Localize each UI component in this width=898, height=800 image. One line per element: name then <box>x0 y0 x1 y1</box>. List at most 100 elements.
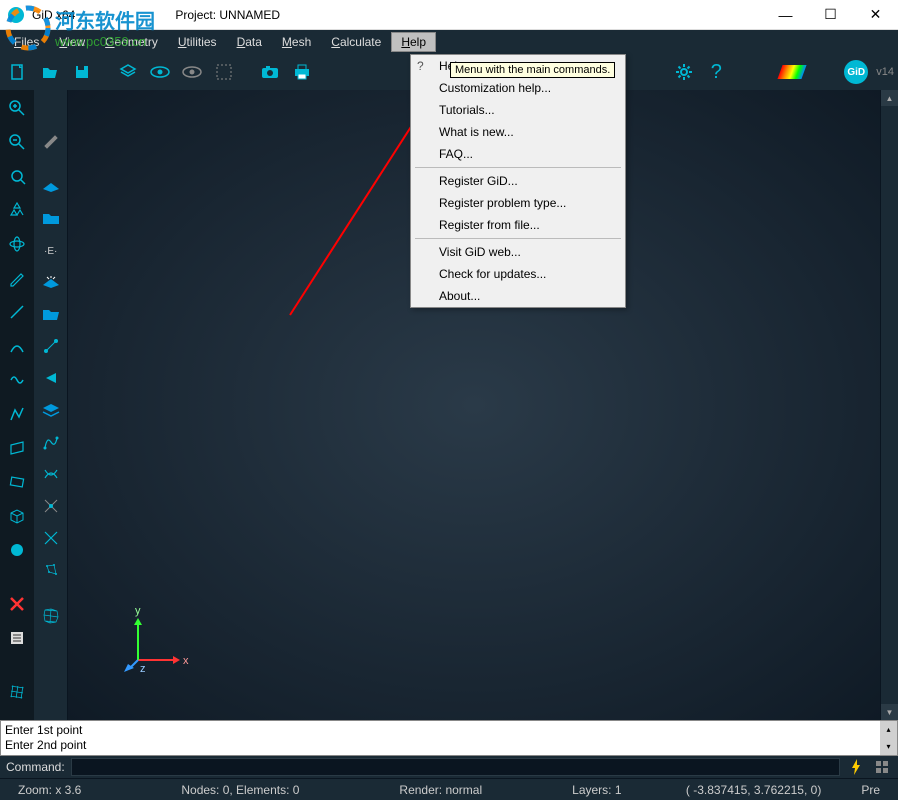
scroll-up-icon[interactable]: ▲ <box>881 90 898 106</box>
edge-label-icon[interactable]: ·E· <box>39 238 63 262</box>
menu-bar: Files View Geometry Utilities Data Mesh … <box>0 30 898 54</box>
menu-item-register-problem-type[interactable]: Register problem type... <box>411 192 625 214</box>
separator <box>5 572 29 582</box>
record-icon[interactable] <box>39 96 63 120</box>
folder-open-icon[interactable] <box>39 302 63 326</box>
dotted-box-icon[interactable] <box>210 58 238 86</box>
scroll-down-icon[interactable]: ▼ <box>881 704 898 720</box>
line-tool-icon[interactable] <box>5 300 29 324</box>
rainbow-arrow-icon[interactable] <box>778 58 806 86</box>
menu-item-register-gid[interactable]: Register GiD... <box>411 170 625 192</box>
log-scrollbar[interactable]: ▴ ▾ <box>880 721 897 755</box>
recycle-icon[interactable] <box>5 198 29 222</box>
menu-separator <box>415 238 621 239</box>
delete-x-icon[interactable] <box>5 592 29 616</box>
save-icon[interactable] <box>68 58 96 86</box>
zoom-in-icon[interactable] <box>5 96 29 120</box>
arrow-left-icon[interactable] <box>39 366 63 390</box>
curve-reverse-icon[interactable] <box>39 462 63 486</box>
svg-text:y: y <box>135 605 141 617</box>
app-icon <box>8 7 24 23</box>
pencil-tool-icon[interactable] <box>5 266 29 290</box>
close-button[interactable]: ✕ <box>853 0 898 30</box>
gid-badge-icon[interactable]: GiD <box>844 60 868 84</box>
scroll-up-icon[interactable]: ▴ <box>880 721 897 738</box>
zoom-fit-icon[interactable] <box>5 164 29 188</box>
status-zoom: Zoom: x 3.6 <box>18 783 81 797</box>
layer-shine-icon[interactable] <box>39 270 63 294</box>
new-file-icon[interactable] <box>4 58 32 86</box>
menu-item-faq[interactable]: FAQ... <box>411 143 625 165</box>
mesh-icon[interactable] <box>5 680 29 704</box>
left-toolbar-secondary: ·E· <box>34 90 68 720</box>
layer-folder-icon[interactable] <box>39 206 63 230</box>
mesh-irregular-icon[interactable] <box>39 604 63 628</box>
print-icon[interactable] <box>288 58 316 86</box>
box-tool-icon[interactable] <box>5 504 29 528</box>
sphere-tool-icon[interactable] <box>5 538 29 562</box>
menu-calculate[interactable]: Calculate <box>321 32 391 52</box>
help-question-icon[interactable]: ? <box>702 58 730 86</box>
list-icon[interactable] <box>5 626 29 650</box>
log-line: Enter 2nd point <box>5 738 893 753</box>
menu-help[interactable]: Help <box>391 32 436 52</box>
arc-tool-icon[interactable] <box>5 334 29 358</box>
snap-point-icon[interactable] <box>39 494 63 518</box>
menu-geometry[interactable]: Geometry <box>95 32 168 52</box>
menu-data[interactable]: Data <box>227 32 272 52</box>
minimize-button[interactable]: — <box>763 0 808 30</box>
camera-icon[interactable] <box>256 58 284 86</box>
edit-pencil-icon[interactable] <box>39 128 63 152</box>
layers-multi-icon[interactable] <box>39 398 63 422</box>
intersect-icon[interactable] <box>39 526 63 550</box>
left-toolbar-primary <box>0 90 34 720</box>
menu-utilities[interactable]: Utilities <box>168 32 227 52</box>
nurbs-tool-icon[interactable] <box>5 368 29 392</box>
menu-view[interactable]: View <box>49 32 95 52</box>
help-dropdown-menu: ?Help... Customization help... Tutorials… <box>410 54 626 308</box>
menu-item-tutorials[interactable]: Tutorials... <box>411 99 625 121</box>
vertex-connect-icon[interactable] <box>39 334 63 358</box>
layers-icon[interactable] <box>114 58 142 86</box>
tooltip: Menu with the main commands. <box>450 62 615 78</box>
scroll-track[interactable] <box>881 106 898 704</box>
status-layers: Layers: 1 <box>572 783 621 797</box>
status-render: Render: normal <box>399 783 482 797</box>
title-bar: GiD x64 Project: UNNAMED — ☐ ✕ <box>0 0 898 30</box>
status-mode: Pre <box>861 783 880 797</box>
viewport-scrollbar[interactable]: ▲ ▼ <box>880 90 898 720</box>
menu-item-check-updates[interactable]: Check for updates... <box>411 263 625 285</box>
menu-separator <box>415 167 621 168</box>
separator <box>5 660 29 670</box>
eye-show-icon[interactable] <box>146 58 174 86</box>
menu-item-register-from-file[interactable]: Register from file... <box>411 214 625 236</box>
svg-text:·E·: ·E· <box>44 246 57 257</box>
menu-mesh[interactable]: Mesh <box>272 32 321 52</box>
surface-tool-icon[interactable] <box>5 436 29 460</box>
command-input[interactable] <box>71 758 840 776</box>
app-title: GiD x64 <box>32 8 75 22</box>
maximize-button[interactable]: ☐ <box>808 0 853 30</box>
open-folder-icon[interactable] <box>36 58 64 86</box>
menu-item-customization-help[interactable]: Customization help... <box>411 77 625 99</box>
polyline-tool-icon[interactable] <box>5 402 29 426</box>
menu-files[interactable]: Files <box>4 32 49 52</box>
scroll-down-icon[interactable]: ▾ <box>880 738 897 755</box>
log-line: Enter 1st point <box>5 723 893 738</box>
eye-hide-icon[interactable] <box>178 58 206 86</box>
scatter-icon[interactable] <box>39 558 63 582</box>
curve-edit-icon[interactable] <box>39 430 63 454</box>
rectangle-tool-icon[interactable] <box>5 470 29 494</box>
menu-item-what-is-new[interactable]: What is new... <box>411 121 625 143</box>
project-label: Project: UNNAMED <box>175 8 280 22</box>
rotate-3d-icon[interactable] <box>5 232 29 256</box>
separator <box>39 160 63 166</box>
grid-icon[interactable] <box>872 758 892 776</box>
command-label: Command: <box>6 760 65 774</box>
lightning-icon[interactable] <box>846 758 866 776</box>
settings-gear-icon[interactable] <box>670 58 698 86</box>
menu-item-about[interactable]: About... <box>411 285 625 307</box>
layer-single-icon[interactable] <box>39 174 63 198</box>
menu-item-visit-gid-web[interactable]: Visit GiD web... <box>411 241 625 263</box>
zoom-out-icon[interactable] <box>5 130 29 154</box>
